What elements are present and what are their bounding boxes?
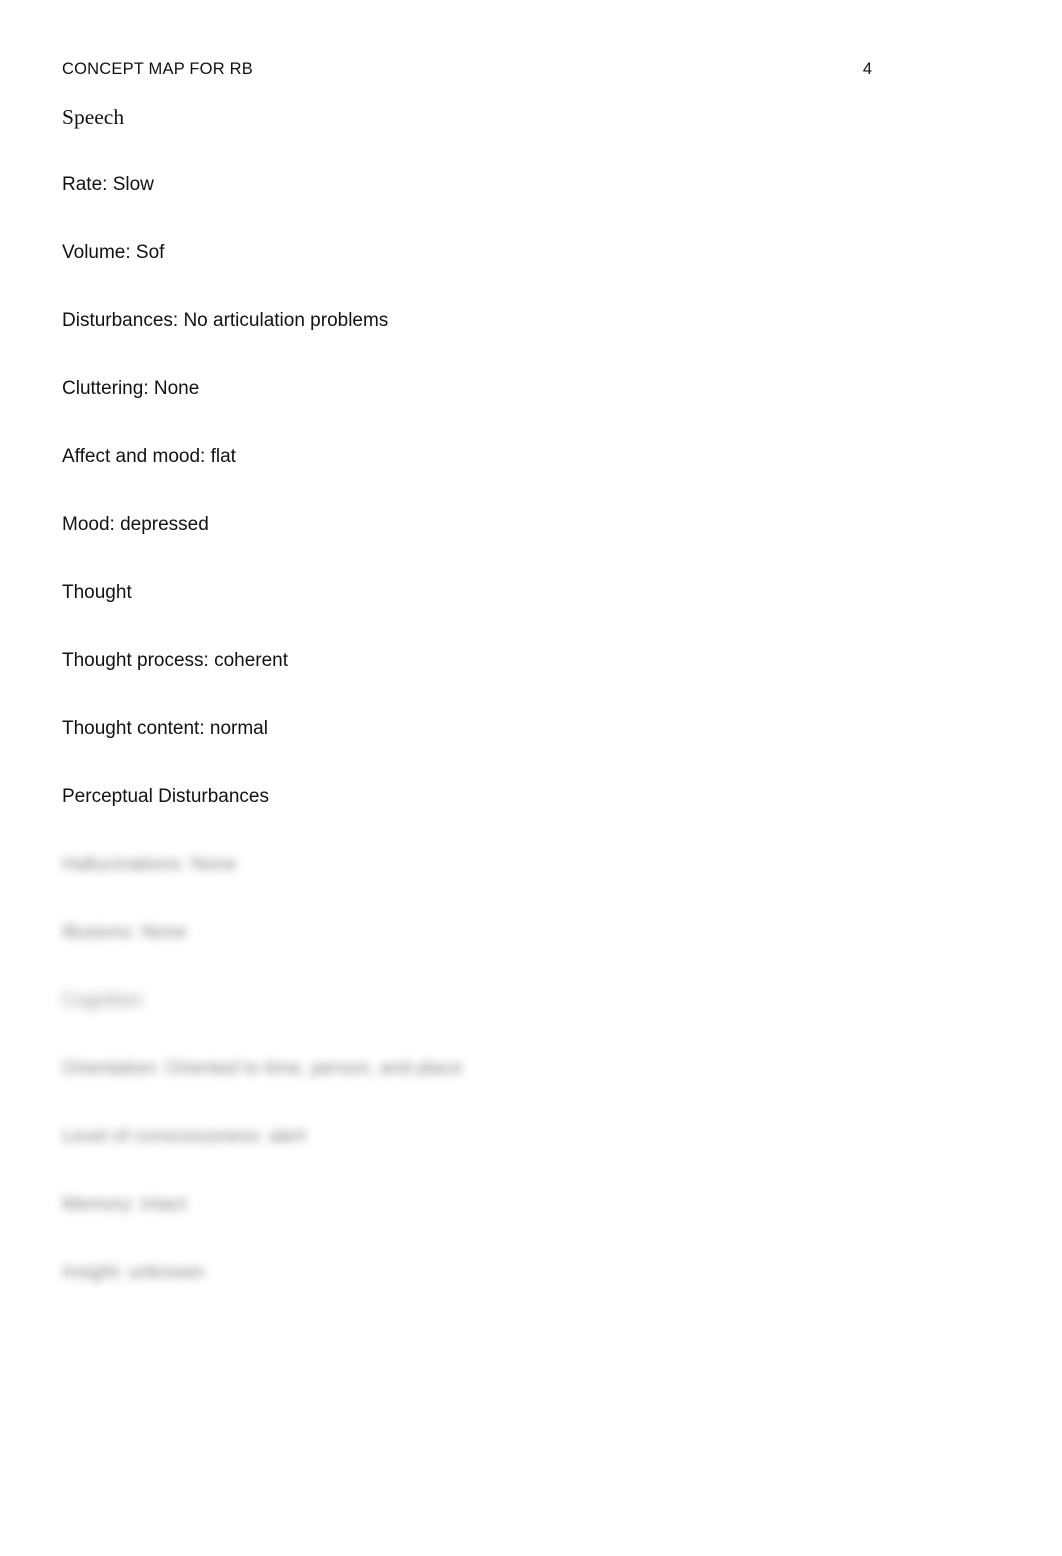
- redacted-line: Cognition: [62, 990, 143, 1011]
- document-page: CONCEPT MAP FOR RB 4 Speech Rate: Slow V…: [0, 0, 1062, 1556]
- speech-disturbances-line: Disturbances: No articulation problems: [62, 310, 389, 331]
- redacted-line: Orientation: Oriented to time, person, a…: [62, 1058, 463, 1079]
- mood-line: Mood: depressed: [62, 514, 209, 535]
- redacted-line: Hallucinations: None: [62, 854, 237, 875]
- thought-content-line: Thought content: normal: [62, 718, 268, 739]
- affect-and-mood-line: Affect and mood: flat: [62, 446, 236, 467]
- section-heading-thought: Thought: [62, 582, 132, 603]
- redacted-line: Insight: unknown: [62, 1262, 205, 1283]
- redacted-line: Level of consciousness: alert: [62, 1126, 306, 1147]
- thought-process-line: Thought process: coherent: [62, 650, 289, 671]
- section-heading-perceptual-disturbances: Perceptual Disturbances: [62, 786, 269, 807]
- speech-rate-line: Rate: Slow: [62, 174, 154, 195]
- speech-cluttering-line: Cluttering: None: [62, 378, 200, 399]
- redacted-line: Illusions: None: [62, 922, 187, 943]
- section-heading-speech: Speech: [62, 105, 125, 129]
- speech-volume-line: Volume: Sof: [62, 242, 165, 263]
- redacted-line: Memory: intact: [62, 1194, 187, 1215]
- header-page-number: 4: [862, 60, 872, 78]
- running-header: CONCEPT MAP FOR RB 4: [62, 58, 962, 84]
- document-body: Speech Rate: Slow Volume: Sof Disturbanc…: [62, 104, 1002, 1286]
